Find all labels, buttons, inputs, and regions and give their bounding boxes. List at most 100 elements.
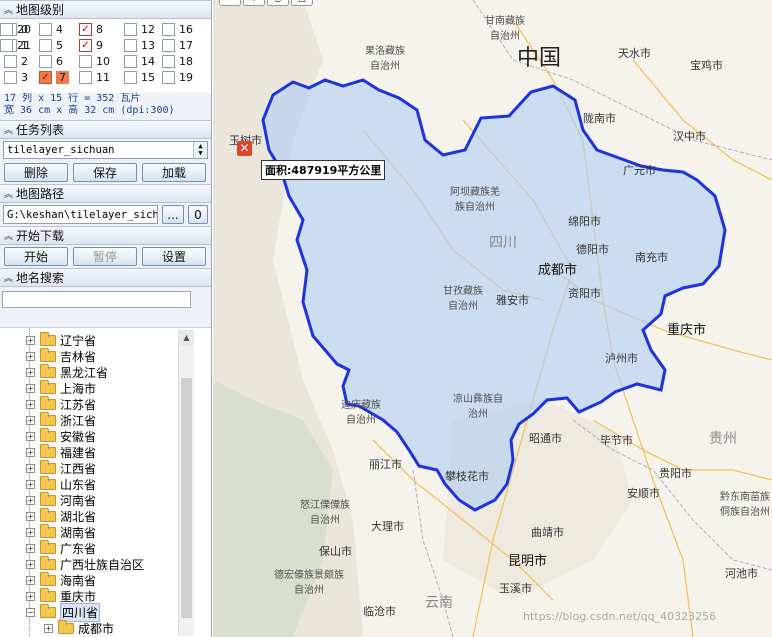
checkbox-icon[interactable]	[39, 23, 52, 36]
checkbox-icon[interactable]	[124, 39, 137, 52]
tree-item[interactable]: + 江苏省	[26, 395, 96, 412]
expand-icon[interactable]: +	[26, 447, 35, 457]
level-checkbox-20[interactable]: 20	[0, 22, 31, 37]
checkbox-icon[interactable]: ✓	[79, 23, 92, 36]
map-view[interactable]: ‹+○□ 中国 甘南藏族自治州 果洛藏族自治州 阿坝藏族羌族自治州 甘孜藏族自治…	[213, 0, 772, 637]
expand-icon[interactable]: +	[26, 351, 35, 361]
expand-icon[interactable]: +	[26, 575, 35, 585]
expand-icon[interactable]: +	[44, 623, 53, 633]
expand-icon[interactable]: +	[26, 399, 35, 409]
tree-item[interactable]: + 山东省	[26, 475, 96, 492]
download-section-header[interactable]: ︽ 开始下载	[0, 226, 211, 245]
zoom-box-icon[interactable]: □	[291, 0, 313, 6]
level-checkbox-2[interactable]: 2	[4, 54, 28, 69]
level-checkbox-9[interactable]: ✓ 9	[79, 38, 103, 53]
checkbox-icon[interactable]	[162, 55, 175, 68]
tree-item[interactable]: + 辽宁省	[26, 331, 96, 348]
level-checkbox-15[interactable]: 15	[124, 70, 155, 85]
checkbox-icon[interactable]	[162, 71, 175, 84]
expand-icon[interactable]: +	[26, 383, 35, 393]
checkbox-icon[interactable]	[162, 39, 175, 52]
tree-item[interactable]: + 安徽省	[26, 427, 96, 444]
tree-item[interactable]: + 广东省	[26, 539, 96, 556]
scroll-up-icon[interactable]: ▲	[179, 330, 194, 346]
start-button[interactable]: 开始	[4, 247, 68, 266]
checkbox-icon[interactable]	[79, 71, 92, 84]
tree-item[interactable]: + 江西省	[26, 459, 96, 476]
level-checkbox-4[interactable]: 4	[39, 22, 63, 37]
checkbox-icon[interactable]	[4, 55, 17, 68]
level-checkbox-19[interactable]: 19	[162, 70, 193, 85]
checkbox-icon[interactable]	[79, 55, 92, 68]
level-checkbox-21[interactable]: 21	[0, 38, 31, 53]
expand-icon[interactable]: +	[26, 591, 35, 601]
tree-item[interactable]: + 海南省	[26, 571, 96, 588]
close-icon[interactable]: ✕	[237, 141, 252, 156]
level-checkbox-16[interactable]: 16	[162, 22, 193, 37]
checkbox-icon[interactable]	[39, 55, 52, 68]
delete-button[interactable]: 删除	[4, 163, 68, 182]
browse-button[interactable]: ...	[162, 205, 184, 224]
checkbox-icon[interactable]	[4, 71, 17, 84]
tree-item[interactable]: + 上海市	[26, 379, 96, 396]
level-checkbox-5[interactable]: 5	[39, 38, 63, 53]
expand-icon[interactable]: +	[26, 559, 35, 569]
search-section-header[interactable]: ︽ 地名搜索	[0, 268, 211, 287]
spinner-icon[interactable]: ▲ ▼	[193, 142, 207, 158]
expand-icon[interactable]: +	[26, 463, 35, 473]
tree-item[interactable]: + 成都市	[44, 619, 114, 636]
level-checkbox-10[interactable]: 10	[79, 54, 110, 69]
path-input[interactable]: G:\keshan\tilelayer_sichu	[3, 205, 158, 224]
pause-button[interactable]: 暂停	[73, 247, 137, 266]
scroll-thumb[interactable]	[181, 378, 192, 618]
rotate-icon[interactable]: ○	[267, 0, 289, 6]
checkbox-icon[interactable]	[39, 39, 52, 52]
tree-item[interactable]: + 湖南省	[26, 523, 96, 540]
level-section-header[interactable]: ︽ 地图级别	[0, 0, 211, 19]
level-checkbox-18[interactable]: 18	[162, 54, 193, 69]
search-input[interactable]	[2, 291, 191, 308]
tree-item[interactable]: − 四川省	[26, 602, 101, 622]
load-button[interactable]: 加载	[142, 163, 206, 182]
level-checkbox-13[interactable]: 13	[124, 38, 155, 53]
expand-icon[interactable]: +	[26, 367, 35, 377]
checkbox-icon[interactable]	[0, 23, 13, 36]
tree-item[interactable]: + 吉林省	[26, 347, 96, 364]
expand-icon[interactable]: +	[26, 543, 35, 553]
expand-icon[interactable]: +	[26, 527, 35, 537]
tree-item[interactable]: + 广西壮族自治区	[26, 555, 144, 572]
tree-item[interactable]: + 河南省	[26, 491, 96, 508]
level-checkbox-11[interactable]: 11	[79, 70, 110, 85]
expand-icon[interactable]: +	[26, 479, 35, 489]
level-checkbox-12[interactable]: 12	[124, 22, 155, 37]
level-checkbox-3[interactable]: 3	[4, 70, 28, 85]
pan-icon[interactable]: +	[243, 0, 265, 6]
checkbox-icon[interactable]	[124, 55, 137, 68]
level-checkbox-6[interactable]: 6	[39, 54, 63, 69]
level-checkbox-8[interactable]: ✓ 8	[79, 22, 103, 37]
level-checkbox-14[interactable]: 14	[124, 54, 155, 69]
checkbox-icon[interactable]	[162, 23, 175, 36]
tree-scrollbar[interactable]: ▲	[178, 330, 194, 636]
expand-icon[interactable]: +	[26, 431, 35, 441]
level-checkbox-7[interactable]: ✓ 7	[39, 70, 69, 85]
tree-item[interactable]: + 浙江省	[26, 411, 96, 428]
checkbox-icon[interactable]	[124, 23, 137, 36]
checkbox-icon[interactable]	[0, 39, 13, 52]
expand-icon[interactable]: +	[26, 511, 35, 521]
checkbox-icon[interactable]	[124, 71, 137, 84]
level-checkbox-17[interactable]: 17	[162, 38, 193, 53]
tree-item[interactable]: + 黑龙江省	[26, 363, 108, 380]
expand-icon[interactable]: +	[26, 415, 35, 425]
task-section-header[interactable]: ︽ 任务列表	[0, 120, 211, 139]
checkbox-icon[interactable]: ✓	[79, 39, 92, 52]
collapse-icon[interactable]: −	[26, 607, 35, 617]
checkbox-icon[interactable]: ✓	[39, 71, 52, 84]
expand-icon[interactable]: +	[26, 335, 35, 345]
tree-item[interactable]: + 湖北省	[26, 507, 96, 524]
task-select[interactable]: tilelayer_sichuan ▲ ▼	[3, 141, 208, 159]
path-section-header[interactable]: ︽ 地图路径	[0, 184, 211, 203]
settings-button[interactable]: 设置	[142, 247, 206, 266]
save-button[interactable]: 保存	[73, 163, 137, 182]
expand-icon[interactable]: +	[26, 495, 35, 505]
